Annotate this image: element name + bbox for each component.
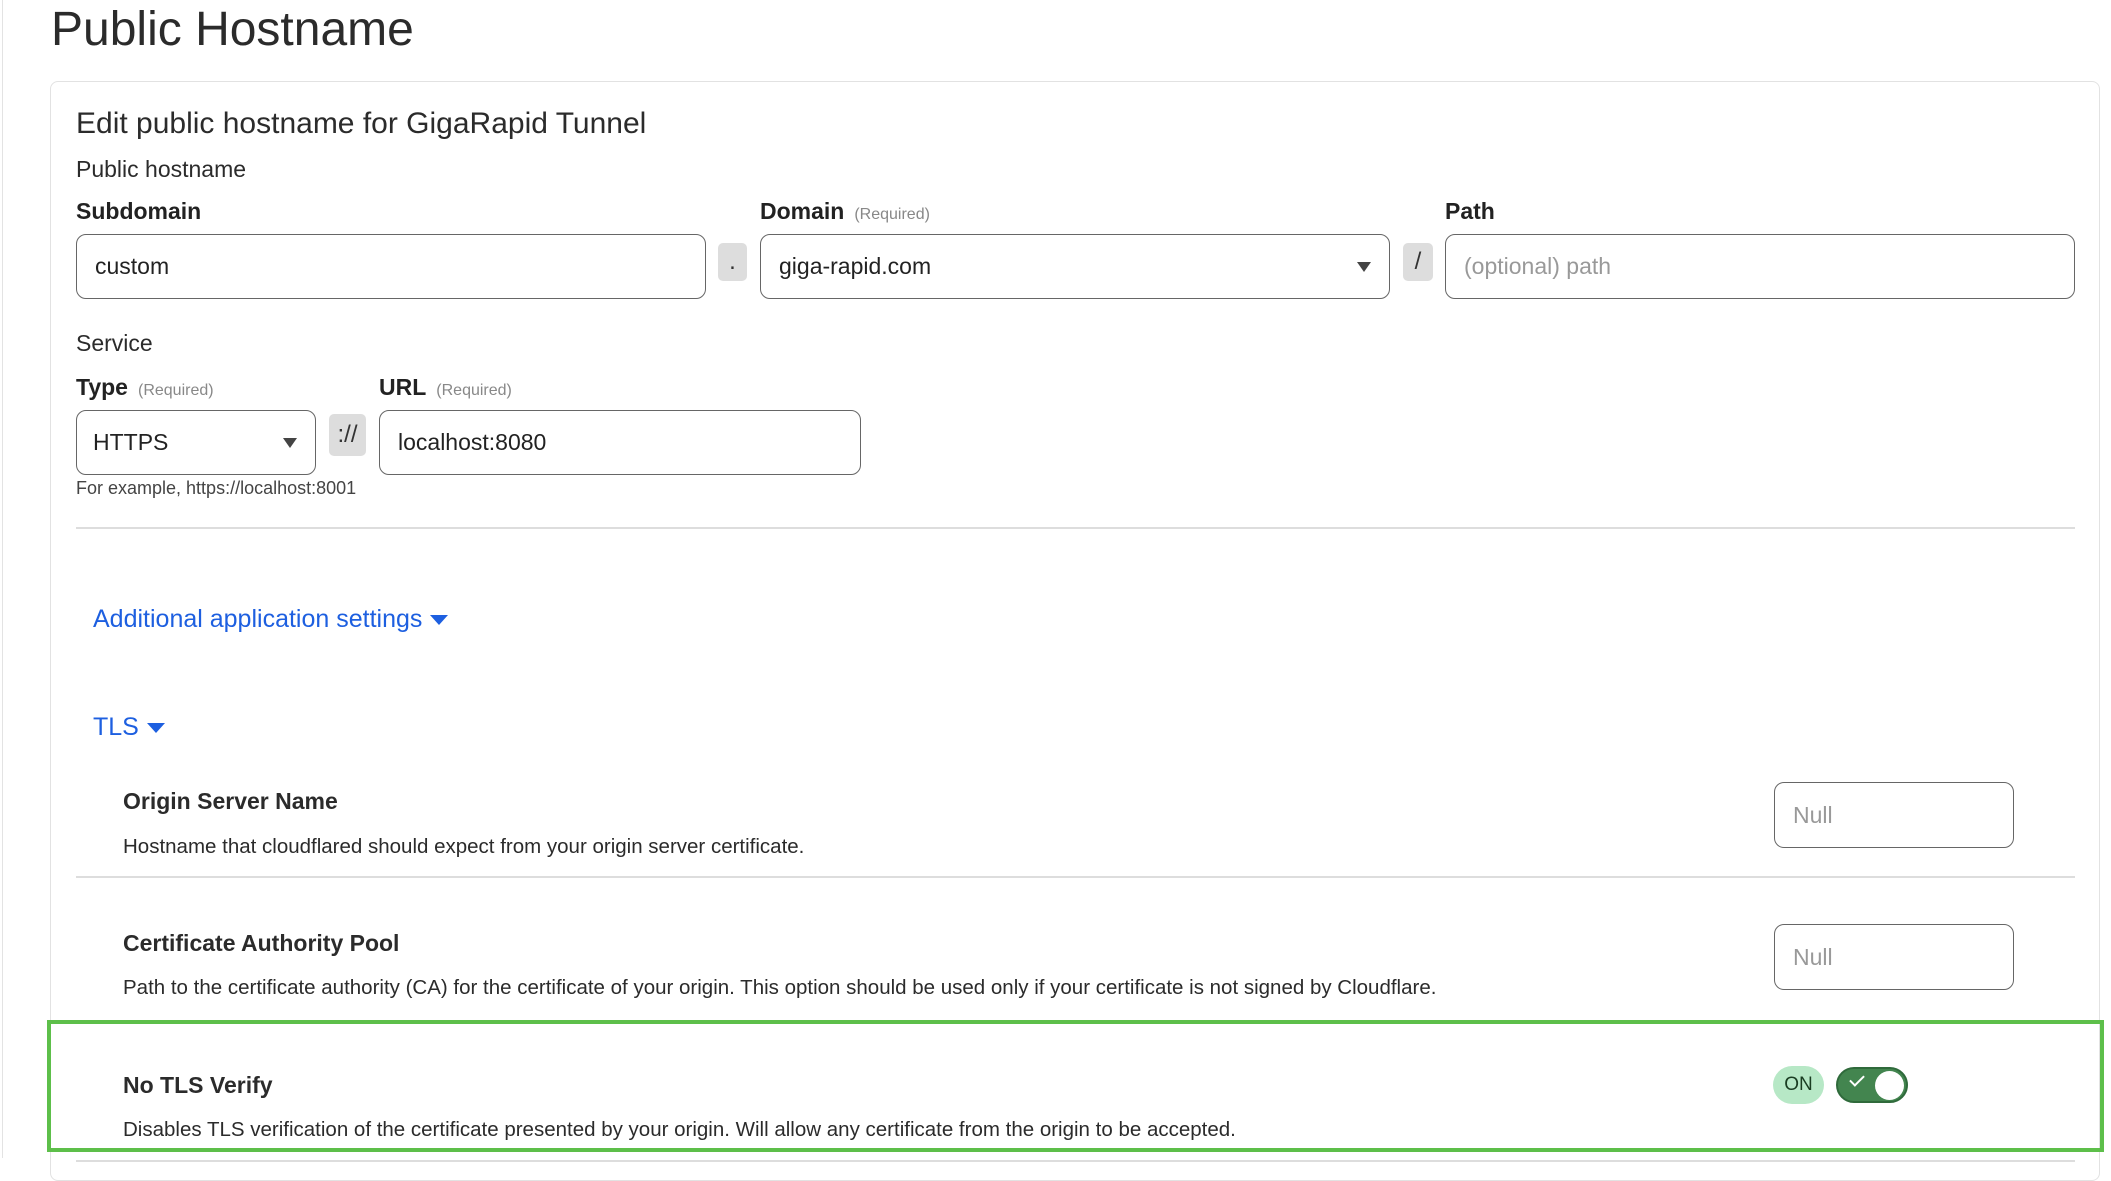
service-section-label: Service [76, 330, 153, 356]
subdomain-input[interactable]: custom [76, 234, 706, 299]
required-tag: (Required) [436, 382, 512, 399]
url-label: URL (Required) [379, 374, 512, 401]
no-tls-verify-title: No TLS Verify [123, 1072, 273, 1098]
slash-separator: / [1403, 243, 1433, 281]
caret-down-icon [146, 722, 165, 733]
origin-server-name-description: Hostname that cloudflared should expect … [123, 835, 805, 858]
no-tls-verify-toggle[interactable] [1836, 1067, 1908, 1103]
path-label: Path [1445, 198, 1495, 224]
page-title: Public Hostname [51, 3, 414, 56]
divider [76, 1160, 2075, 1162]
caret-down-icon [283, 438, 297, 448]
domain-value: giga-rapid.com [779, 253, 932, 279]
caret-down-icon [430, 614, 449, 625]
additional-settings-toggle[interactable]: Additional application settings [93, 605, 449, 634]
domain-label-text: Domain [760, 198, 845, 224]
tls-toggle[interactable]: TLS [93, 713, 165, 742]
origin-server-name-placeholder: Null [1793, 801, 1833, 828]
required-tag: (Required) [137, 382, 214, 399]
required-tag: (Required) [854, 206, 930, 223]
scheme-separator: :// [329, 414, 366, 456]
check-icon [1849, 1071, 1865, 1087]
path-placeholder: (optional) path [1464, 253, 1612, 279]
subdomain-label: Subdomain [76, 198, 202, 224]
ca-pool-title: Certificate Authority Pool [123, 930, 400, 956]
domain-select[interactable]: giga-rapid.com [760, 234, 1390, 299]
additional-settings-label: Additional application settings [93, 605, 423, 633]
origin-server-name-title: Origin Server Name [123, 788, 338, 814]
tls-label: TLS [93, 713, 139, 741]
ca-pool-description: Path to the certificate authority (CA) f… [123, 976, 1437, 999]
type-label: Type (Required) [76, 374, 214, 401]
type-value: HTTPS [93, 429, 169, 455]
no-tls-verify-description: Disables TLS verification of the certifi… [123, 1118, 1236, 1141]
ca-pool-input[interactable]: Null [1774, 924, 2014, 990]
ca-pool-placeholder: Null [1793, 943, 1833, 970]
divider [76, 876, 2075, 878]
url-label-text: URL [379, 374, 427, 400]
domain-label: Domain (Required) [760, 198, 930, 225]
path-input[interactable]: (optional) path [1445, 234, 2075, 299]
left-border [2, 0, 3, 1158]
origin-server-name-input[interactable]: Null [1774, 782, 2014, 848]
type-select[interactable]: HTTPS [76, 410, 316, 475]
divider [76, 527, 2075, 529]
url-hint: For example, https://localhost:8001 [76, 478, 357, 498]
toggle-state-badge: ON [1773, 1066, 1824, 1104]
public-hostname-section-label: Public hostname [76, 156, 247, 182]
type-label-text: Type [76, 374, 128, 400]
caret-down-icon [1357, 262, 1371, 272]
toggle-knob [1875, 1071, 1904, 1100]
dot-separator: . [718, 243, 747, 281]
form-heading: Edit public hostname for GigaRapid Tunne… [76, 107, 647, 140]
url-input[interactable]: localhost:8080 [379, 410, 861, 475]
